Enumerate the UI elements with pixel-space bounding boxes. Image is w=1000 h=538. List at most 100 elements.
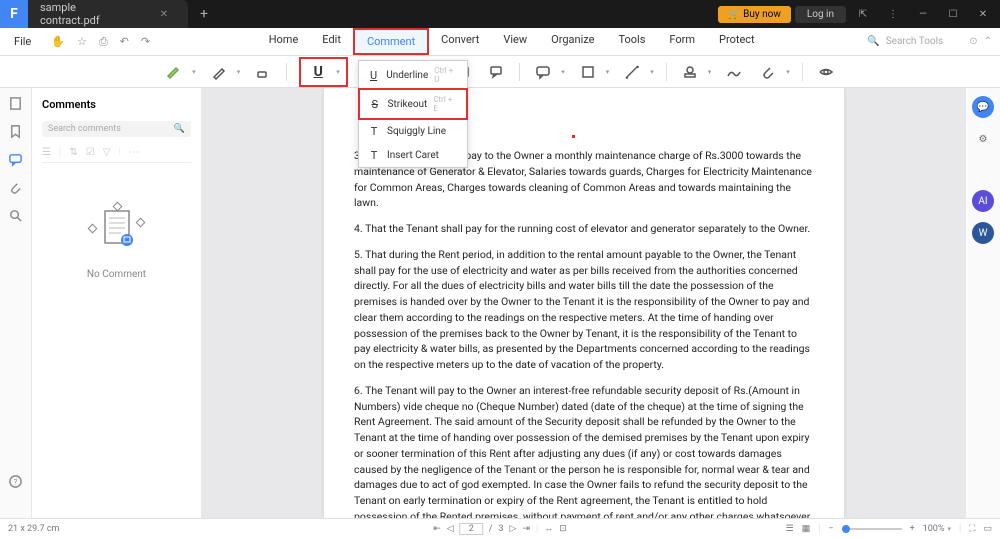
- layout-icon[interactable]: ▦: [802, 524, 811, 534]
- minimize-icon[interactable]: —: [910, 4, 936, 24]
- attachment-icon[interactable]: [757, 61, 779, 83]
- menu-form[interactable]: Form: [657, 28, 707, 55]
- document-area[interactable]: 3. That the Tenant shall pay to the Owne…: [202, 88, 966, 518]
- hide-icon[interactable]: [815, 61, 837, 83]
- paragraph[interactable]: 5. That during the Rent period, in addit…: [354, 247, 814, 373]
- separator: [666, 63, 667, 81]
- underline-dropdown-button[interactable]: U▾: [299, 57, 348, 87]
- underline-icon: U: [307, 61, 329, 83]
- search-icon: 🔍: [867, 36, 879, 47]
- ai-icon[interactable]: AI: [972, 190, 994, 212]
- pen-icon[interactable]: [208, 61, 230, 83]
- first-page-icon[interactable]: ⇤: [433, 524, 441, 534]
- bookmarks-icon[interactable]: [8, 124, 24, 138]
- quick-icons: ✋ ☆ ⎙ ↶ ↷: [45, 35, 156, 49]
- eraser-icon[interactable]: [252, 61, 274, 83]
- main-area: ? Comments Search comments 🔍 ☰ | ⇅ ☑ ▽ |…: [0, 88, 1000, 518]
- callout-icon[interactable]: [485, 61, 507, 83]
- underline-icon: U: [367, 68, 380, 82]
- zoom-out-icon[interactable]: −: [828, 524, 833, 534]
- comments-panel: Comments Search comments 🔍 ☰ | ⇅ ☑ ▽ | ⋯: [32, 88, 202, 518]
- dropdown-strikeout[interactable]: S Strikeout Ctrl + E: [358, 88, 468, 120]
- prev-page-icon[interactable]: ◁: [447, 524, 454, 534]
- hand-icon[interactable]: ✋: [45, 35, 71, 49]
- app-icon: F: [0, 0, 28, 28]
- next-page-icon[interactable]: ▷: [510, 524, 517, 534]
- menu-comment[interactable]: Comment: [353, 28, 429, 55]
- paragraph[interactable]: 6. The Tenant will pay to the Owner an i…: [354, 383, 814, 518]
- share-icon[interactable]: ⇱: [850, 4, 876, 24]
- shape-icon[interactable]: [577, 61, 599, 83]
- tabs-area: sample contract.pdf ✕ +: [28, 0, 718, 28]
- separator: [286, 63, 287, 81]
- thumbnails-icon[interactable]: [8, 96, 24, 110]
- reading-mode-icon[interactable]: ▭: [983, 524, 992, 534]
- search-icon: 🔍: [174, 124, 185, 134]
- attachments-icon[interactable]: [8, 180, 24, 194]
- search-rail-icon[interactable]: [8, 208, 24, 222]
- maximize-icon[interactable]: ☐: [940, 4, 966, 24]
- filter2-icon[interactable]: ▽: [103, 147, 111, 158]
- statusbar: 21 x 29.7 cm ⇤ ◁ 2 / 3 ▷ ⇥ | ↔ ⊡ ☰ ▦ | −…: [0, 518, 1000, 538]
- titlebar-right: 🛒Buy now Log in ⇱ ⋮ — ☐ ✕: [718, 4, 1000, 24]
- zoom-slider[interactable]: [842, 528, 902, 530]
- dropdown-caret[interactable]: T Insert Caret: [359, 143, 467, 167]
- measure-icon[interactable]: [621, 61, 643, 83]
- view-mode-icon[interactable]: ☰: [786, 524, 794, 534]
- dropdown-squiggly[interactable]: T Squiggly Line: [359, 119, 467, 143]
- redo-icon[interactable]: ↷: [135, 35, 156, 49]
- menubar: File ✋ ☆ ⎙ ↶ ↷ Home Edit Comment Convert…: [0, 28, 1000, 56]
- add-tab-button[interactable]: +: [192, 2, 216, 26]
- main-menu: Home Edit Comment Convert View Organize …: [156, 28, 867, 55]
- menu-protect[interactable]: Protect: [707, 28, 767, 55]
- menu-edit[interactable]: Edit: [310, 28, 353, 55]
- more-icon[interactable]: ⋮: [880, 4, 906, 24]
- dropdown-underline[interactable]: U Underline Ctrl + U: [359, 61, 467, 89]
- comments-title: Comments: [42, 94, 191, 115]
- sort-icon[interactable]: ☑: [86, 147, 95, 158]
- tab-close-icon[interactable]: ✕: [160, 9, 168, 20]
- tab-label: sample contract.pdf: [40, 1, 120, 27]
- marker-dot: [572, 135, 575, 138]
- list-icon[interactable]: ☰: [42, 147, 51, 158]
- last-page-icon[interactable]: ⇥: [522, 524, 530, 534]
- more-icon[interactable]: ⋯: [129, 147, 139, 158]
- star-icon[interactable]: ☆: [71, 35, 93, 49]
- comments-search[interactable]: Search comments 🔍: [42, 121, 191, 137]
- word-icon[interactable]: W: [972, 222, 994, 244]
- comments-icon[interactable]: [8, 152, 24, 166]
- page-current[interactable]: 2: [460, 523, 483, 535]
- right-rail: 💬 ⚙ AI W: [966, 88, 1000, 518]
- fit-width-icon[interactable]: ↔: [544, 523, 553, 534]
- fullscreen-icon[interactable]: ⛶: [969, 524, 975, 534]
- menu-convert[interactable]: Convert: [429, 28, 491, 55]
- search-tools[interactable]: 🔍 Search Tools ⊙ ⌃: [867, 36, 1000, 47]
- separator: [802, 63, 803, 81]
- collapse-icon[interactable]: ⊙: [969, 36, 977, 47]
- stamp-icon[interactable]: [679, 61, 701, 83]
- buy-now-button[interactable]: 🛒Buy now: [718, 6, 791, 23]
- help-icon[interactable]: ?: [8, 474, 24, 488]
- fit-page-icon[interactable]: ⊡: [559, 524, 567, 534]
- undo-icon[interactable]: ↶: [114, 35, 135, 49]
- adjust-icon[interactable]: ⚙: [972, 128, 994, 150]
- menu-view[interactable]: View: [491, 28, 539, 55]
- zoom-value[interactable]: 100%: [923, 524, 945, 534]
- document-tab[interactable]: sample contract.pdf ✕: [28, 0, 188, 28]
- page-nav: ⇤ ◁ 2 / 3 ▷ ⇥ | ↔ ⊡: [433, 523, 567, 535]
- highlighter-icon[interactable]: [163, 61, 185, 83]
- chevron-up-icon[interactable]: ⌃: [984, 36, 992, 47]
- comment-bubble-icon[interactable]: [532, 61, 554, 83]
- menu-organize[interactable]: Organize: [539, 28, 606, 55]
- zoom-in-icon[interactable]: +: [910, 524, 915, 534]
- menu-tools[interactable]: Tools: [606, 28, 657, 55]
- filter-icon[interactable]: ⇅: [69, 147, 77, 158]
- close-icon[interactable]: ✕: [970, 4, 996, 24]
- signature-icon[interactable]: [723, 61, 745, 83]
- file-menu[interactable]: File: [0, 35, 45, 48]
- menu-home[interactable]: Home: [257, 28, 311, 55]
- login-button[interactable]: Log in: [795, 6, 846, 23]
- share-badge-icon[interactable]: 💬: [972, 96, 994, 118]
- print-icon[interactable]: ⎙: [93, 35, 114, 49]
- paragraph[interactable]: 4. That the Tenant shall pay for the run…: [354, 221, 814, 237]
